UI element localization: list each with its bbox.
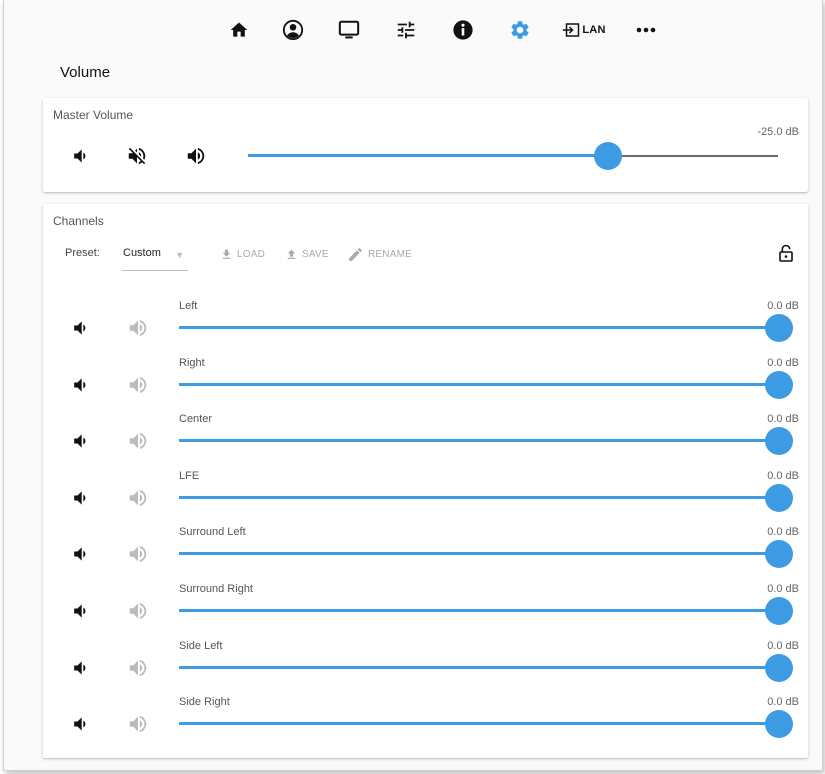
volume-up-icon[interactable] — [126, 599, 150, 623]
channel-thumb[interactable] — [765, 653, 793, 682]
edit-icon — [349, 247, 362, 261]
profile-icon[interactable] — [280, 17, 306, 43]
master-volume-fill — [248, 154, 609, 157]
channel-label: Center — [179, 413, 213, 426]
preset-label: Preset: — [65, 247, 100, 259]
volume-up-icon[interactable] — [126, 429, 150, 453]
channel-fill — [179, 552, 779, 556]
channel-fill — [179, 326, 779, 329]
volume-down-icon[interactable] — [69, 657, 91, 679]
channel-value: 0.0 dB — [767, 696, 799, 709]
master-volume-card: Master Volume -25.0 dB — [43, 98, 808, 192]
upload-icon — [287, 249, 296, 259]
volume-up-icon[interactable] — [126, 712, 150, 736]
volume-down-icon[interactable] — [69, 600, 91, 622]
channel-label: LFE — [179, 469, 200, 482]
preset-value: Custom — [123, 247, 161, 259]
channel-slider[interactable] — [179, 597, 793, 625]
channel-thumb[interactable] — [765, 370, 793, 399]
channel-slider[interactable] — [179, 427, 793, 456]
channel-slider[interactable] — [179, 540, 793, 569]
channel-thumb[interactable] — [765, 314, 793, 342]
channel-label: Side Left — [179, 639, 223, 652]
channel-thumb[interactable] — [765, 483, 793, 512]
download-icon — [222, 249, 231, 259]
channel-thumb[interactable] — [765, 597, 793, 625]
page-title: Volume — [60, 64, 111, 81]
rename-button[interactable]: RENAME — [347, 245, 412, 263]
channel-label: Left — [179, 300, 198, 312]
channel-fill — [179, 665, 779, 669]
channel-value: 0.0 dB — [767, 300, 799, 312]
settings-icon[interactable] — [507, 17, 533, 43]
app-window: LAN Volume Master Volume -25.0 dB Channe… — [3, 0, 823, 771]
master-volume-slider[interactable] — [248, 142, 778, 170]
channel-fill — [179, 609, 779, 612]
volume-down-icon[interactable] — [69, 145, 91, 167]
channel-thumb[interactable] — [765, 710, 793, 739]
volume-up-icon[interactable] — [126, 542, 150, 566]
channel-value: 0.0 dB — [767, 469, 799, 482]
chevron-down-icon: ▼ — [175, 250, 184, 260]
channels-card: Channels Preset: Custom ▼ LOAD SAVE RENA… — [43, 204, 808, 758]
channel-label: Surround Left — [179, 526, 246, 539]
channel-thumb[interactable] — [765, 427, 793, 456]
channel-label: Right — [179, 356, 205, 369]
master-volume-title: Master Volume — [53, 108, 134, 122]
channel-fill — [179, 439, 779, 443]
channel-slider[interactable] — [179, 314, 793, 342]
channel-label: Side Right — [179, 696, 230, 709]
top-navigation: LAN — [4, 0, 822, 58]
volume-down-icon[interactable] — [69, 317, 91, 339]
volume-up-icon[interactable] — [126, 373, 150, 397]
input-source-label: LAN — [582, 24, 606, 36]
home-icon[interactable] — [226, 17, 252, 43]
info-icon[interactable] — [450, 17, 476, 43]
volume-up-icon[interactable] — [126, 486, 150, 510]
channel-thumb[interactable] — [765, 540, 793, 569]
channel-slider[interactable] — [179, 653, 793, 682]
channel-value: 0.0 dB — [767, 639, 799, 652]
input-source-button[interactable]: LAN — [560, 17, 608, 43]
volume-down-icon[interactable] — [69, 713, 91, 735]
channel-value: 0.0 dB — [767, 526, 799, 539]
channels-title: Channels — [53, 214, 104, 228]
master-volume-value: -25.0 dB — [757, 126, 799, 138]
channel-fill — [179, 382, 779, 386]
load-button[interactable]: LOAD — [220, 245, 265, 263]
channel-label: Surround Right — [179, 583, 253, 595]
rename-label: RENAME — [368, 248, 412, 260]
lock-icon[interactable] — [776, 243, 796, 263]
more-icon[interactable] — [633, 17, 659, 43]
display-icon[interactable] — [335, 17, 363, 43]
channel-fill — [179, 722, 779, 726]
volume-down-icon[interactable] — [69, 374, 91, 396]
save-button[interactable]: SAVE — [285, 245, 329, 263]
channel-fill — [179, 495, 779, 499]
channel-slider[interactable] — [179, 483, 793, 512]
channel-value: 0.0 dB — [767, 583, 799, 595]
volume-up-icon[interactable] — [126, 316, 150, 340]
preset-select[interactable]: Custom ▼ — [122, 240, 188, 271]
channel-slider[interactable] — [179, 710, 793, 739]
channel-value: 0.0 dB — [767, 413, 799, 426]
mute-icon[interactable] — [125, 144, 149, 168]
equalizer-icon[interactable] — [393, 17, 419, 43]
input-icon — [563, 23, 580, 37]
volume-down-icon[interactable] — [69, 430, 91, 452]
load-label: LOAD — [237, 248, 266, 260]
volume-up-icon[interactable] — [126, 656, 150, 680]
channel-slider[interactable] — [179, 370, 793, 399]
master-volume-thumb[interactable] — [594, 142, 623, 170]
volume-up-icon[interactable] — [184, 144, 208, 168]
volume-down-icon[interactable] — [69, 543, 91, 565]
channel-value: 0.0 dB — [767, 356, 799, 369]
save-label: SAVE — [302, 248, 329, 260]
volume-down-icon[interactable] — [69, 487, 91, 509]
